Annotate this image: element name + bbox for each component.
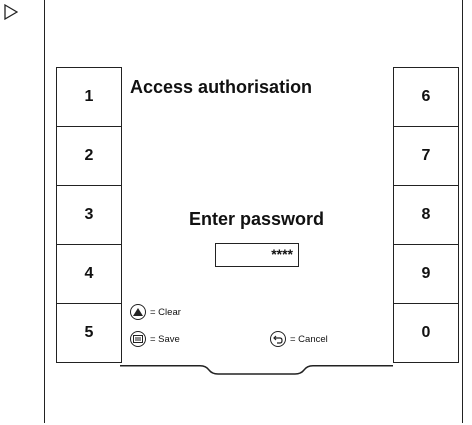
key-1[interactable]: 1 — [56, 67, 122, 126]
legend-cancel-label: = Cancel — [290, 333, 328, 345]
legend-save: = Save — [130, 331, 180, 347]
legend-clear: = Clear — [130, 304, 181, 320]
screen-title: Access authorisation — [130, 77, 313, 97]
key-2[interactable]: 2 — [56, 126, 122, 185]
menu-lines-icon — [130, 331, 146, 347]
key-6[interactable]: 6 — [393, 67, 459, 126]
key-4[interactable]: 4 — [56, 244, 122, 303]
legend-clear-label: = Clear — [150, 306, 181, 318]
keypad-panel: 1 2 3 4 5 Access authorisation Enter pas… — [56, 67, 459, 375]
keypad-left: 1 2 3 4 5 — [56, 67, 122, 363]
key-0[interactable]: 0 — [393, 303, 459, 363]
return-arrow-icon — [270, 331, 286, 347]
display-screen: Access authorisation Enter password ****… — [120, 67, 393, 365]
key-5[interactable]: 5 — [56, 303, 122, 363]
legend-cancel: = Cancel — [270, 331, 328, 347]
password-prompt: Enter password — [188, 209, 325, 229]
legend-save-label: = Save — [150, 333, 180, 345]
play-triangle-icon — [4, 4, 18, 20]
key-8[interactable]: 8 — [393, 185, 459, 244]
screen-bottom-edge — [120, 365, 393, 375]
keypad-right: 6 7 8 9 0 — [393, 67, 459, 363]
triangle-up-icon — [130, 304, 146, 320]
key-7[interactable]: 7 — [393, 126, 459, 185]
password-field[interactable]: **** — [215, 243, 299, 267]
key-9[interactable]: 9 — [393, 244, 459, 303]
key-3[interactable]: 3 — [56, 185, 122, 244]
